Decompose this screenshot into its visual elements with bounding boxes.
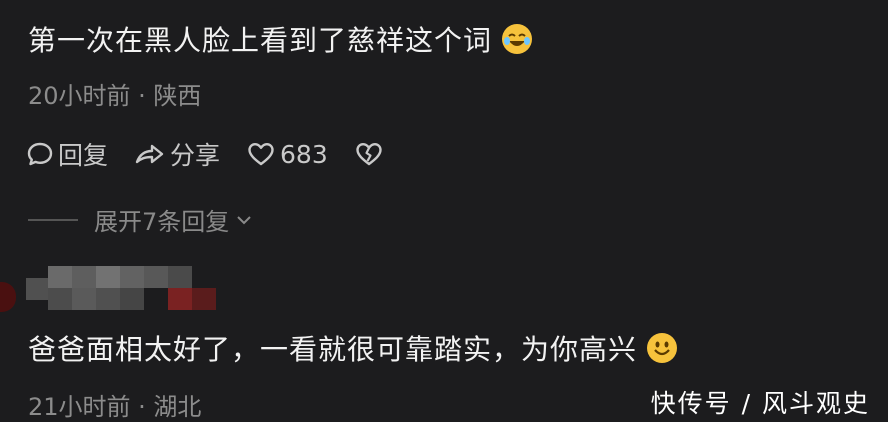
chevron-down-icon [237,215,251,224]
share-arrow-icon [135,144,164,164]
expand-replies-button[interactable]: 展开7条回复 [28,202,255,237]
comment-bubble-icon [27,142,53,166]
comment-body: 第一次在黑人脸上看到了慈祥这个词 [28,24,493,57]
comment-text: 爸爸面相太好了，一看就很可靠踏实，为你高兴 [28,333,678,367]
share-button[interactable]: 分享 [134,136,220,172]
like-button[interactable]: 683 [246,140,328,169]
comment-actions: 回复 分享 683 [26,136,414,172]
blurred-username [0,262,220,314]
dislike-button[interactable] [354,140,388,168]
reply-label: 回复 [58,141,109,170]
expand-replies-label: 展开7条回复 [94,208,230,236]
divider-line [28,218,78,221]
watermark: 快传号 / 风斗观史 [650,389,870,418]
comment-meta: 21小时前 · 湖北 [28,393,202,421]
heart-icon [248,143,274,166]
comment-body: 爸爸面相太好了，一看就很可靠踏实，为你高兴 [28,333,638,366]
like-count: 683 [280,139,328,169]
share-label: 分享 [170,141,221,170]
comment-meta: 20小时前 · 陕西 [28,82,202,110]
broken-heart-icon [356,143,382,166]
laughing-tears-emoji-icon [502,24,533,54]
comment-text: 第一次在黑人脸上看到了慈祥这个词 [28,24,533,58]
reply-button[interactable]: 回复 [26,136,108,172]
smile-emoji-icon [647,333,678,363]
